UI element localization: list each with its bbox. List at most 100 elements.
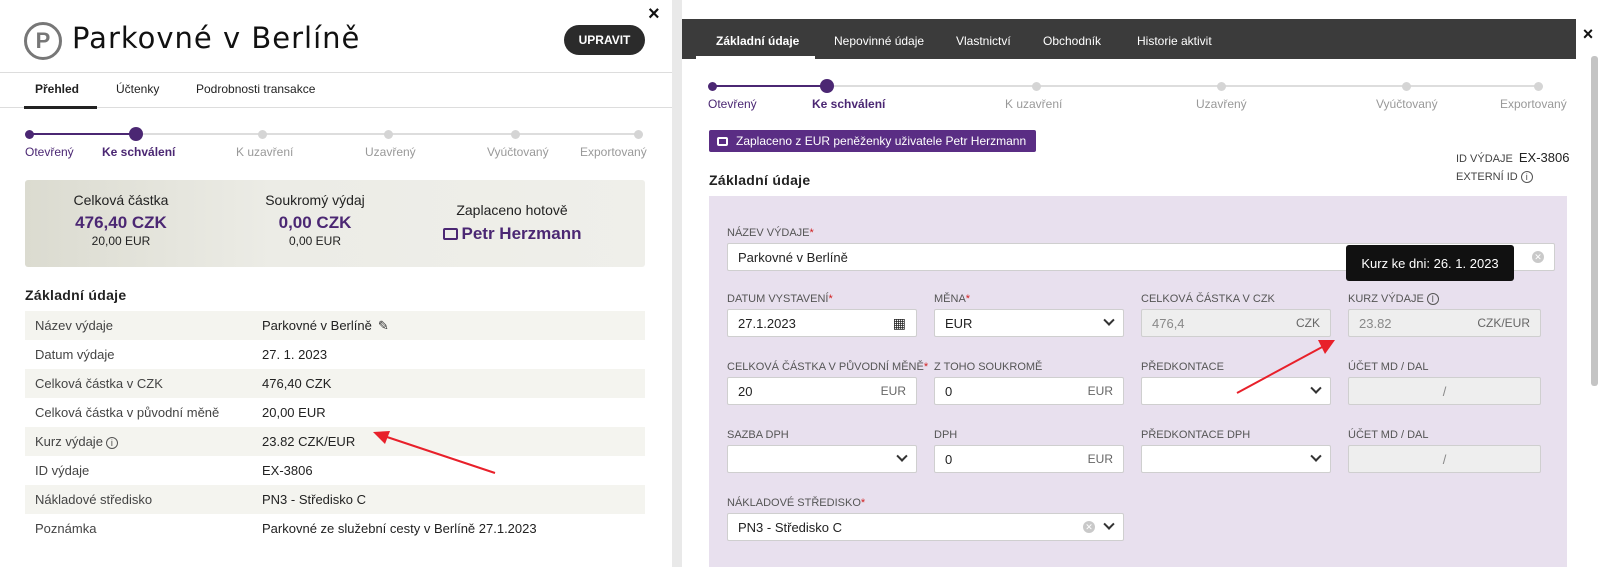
step-label: Vyúčtovaný <box>487 145 549 159</box>
step-label: Uzavřený <box>1196 97 1247 111</box>
step-dot <box>708 82 717 91</box>
row-value: 27. 1. 2023 <box>262 347 328 362</box>
row-value: Parkovné ze služební cesty v Berlíně 27.… <box>262 521 537 536</box>
step-dot <box>634 130 643 139</box>
rate-tooltip: Kurz ke dni: 26. 1. 2023 <box>1346 245 1514 281</box>
info-icon[interactable]: i <box>105 436 118 449</box>
step-label-current: Ke schválení <box>812 97 886 111</box>
tab-ownership[interactable]: Vlastnictví <box>956 34 1011 48</box>
field-label: ÚČET MD / DAL <box>1348 361 1429 373</box>
detail-tabs: Přehled Účtenky Podrobnosti transakce <box>0 72 672 109</box>
field-value: Parkovné v Berlíně <box>738 249 848 265</box>
edit-button[interactable]: UPRAVIT <box>564 25 645 55</box>
row-value: 20,00 EUR <box>262 405 326 420</box>
step-dot <box>258 130 267 139</box>
field-value: 27.1.2023 <box>738 315 796 331</box>
row-value: EX-3806 <box>262 463 313 478</box>
calendar-icon[interactable]: ▦ <box>893 315 906 332</box>
table-row: Název výdaje Parkovné v Berlíně ✎ <box>25 311 645 340</box>
unit: EUR <box>880 384 906 398</box>
table-row: Datum výdaje 27. 1. 2023 <box>25 340 645 369</box>
separator: / <box>1442 451 1447 467</box>
info-icon[interactable]: i <box>1426 293 1439 306</box>
annotation-arrow <box>373 431 496 474</box>
date-field[interactable]: 27.1.2023 ▦ <box>727 309 917 337</box>
step-label: Exportovaný <box>580 145 647 159</box>
chevron-down-icon <box>1103 314 1115 326</box>
field-value: EUR <box>945 315 973 331</box>
total-eur: 20,00 EUR <box>91 234 151 248</box>
tab-merchant[interactable]: Obchodník <box>1043 34 1101 48</box>
field-label: NÁZEV VÝDAJE* <box>727 227 814 239</box>
row-label: ID výdaje <box>35 463 90 478</box>
step-label: Uzavřený <box>365 145 416 159</box>
step-dot <box>1217 82 1226 91</box>
info-icon[interactable]: i <box>1520 171 1533 184</box>
private-amount-field[interactable]: 0 EUR <box>934 377 1124 405</box>
row-label: Celková částka v původní měně <box>35 405 220 420</box>
paid-cash-block: Zaplaceno hotově Petr Herzmann <box>437 202 587 244</box>
amount-summary: Celková částka 476,40 CZK 20,00 EUR Souk… <box>25 180 645 267</box>
field-label: NÁKLADOVÉ STŘEDISKO* <box>727 497 865 509</box>
field-value: 20 <box>738 383 753 399</box>
scrollbar[interactable] <box>1591 56 1598 386</box>
private-eur: 0,00 EUR <box>288 234 342 248</box>
step-label: K uzavření <box>236 145 294 159</box>
step-dot <box>384 130 393 139</box>
field-value: PN3 - Středisko C <box>738 519 843 535</box>
tab-activity-history[interactable]: Historie aktivit <box>1137 34 1212 48</box>
table-row: Poznámka Parkovné ze služební cesty v Ber… <box>25 514 645 543</box>
close-icon[interactable]: × <box>648 4 660 24</box>
cost-center-select[interactable]: PN3 - Středisko C ✕ <box>727 513 1124 541</box>
table-row: Celková částka v CZK 476,40 CZK <box>25 369 645 398</box>
label-text: DATUM VYSTAVENÍ <box>727 293 829 305</box>
edit-tabs: Základní údaje Nepovinné údaje Vlastnict… <box>682 19 1576 59</box>
tab-optional-info[interactable]: Nepovinné údaje <box>834 34 924 48</box>
vat-field[interactable]: 0 EUR <box>934 445 1124 473</box>
clear-icon[interactable]: ✕ <box>1083 521 1095 533</box>
field-label: Z TOHO SOUKROMĚ <box>934 361 1043 373</box>
required-mark: * <box>828 293 833 305</box>
clear-icon[interactable]: ✕ <box>1532 251 1544 263</box>
step-dot-current <box>129 127 143 141</box>
close-button[interactable]: × <box>1576 19 1600 49</box>
tab-receipts[interactable]: Účtenky <box>116 82 159 96</box>
label-text: KURZ VÝDAJE <box>1348 293 1424 305</box>
unit: EUR <box>1087 452 1113 466</box>
currency-select[interactable]: EUR <box>934 309 1124 337</box>
wallet-badge: Zaplaceno z EUR peněženky uživatele Petr… <box>709 130 1037 152</box>
chevron-down-icon <box>1310 450 1322 462</box>
step-label: Exportovaný <box>1500 97 1567 111</box>
predkontace-vat-select[interactable] <box>1141 445 1331 473</box>
total-czk: 476,40 CZK <box>75 213 167 232</box>
field-value: 0 <box>945 383 953 399</box>
wallet-icon <box>717 136 728 146</box>
vat-rate-select[interactable] <box>727 445 917 473</box>
required-mark: * <box>923 361 929 373</box>
tab-overview[interactable]: Přehled <box>35 82 79 96</box>
step-dot <box>25 130 34 139</box>
step-label: K uzavření <box>1005 97 1063 111</box>
exchange-rate-field: 23.82 CZK/EUR <box>1348 309 1541 337</box>
field-value: 476,4 <box>1152 315 1185 331</box>
required-mark: * <box>860 497 866 509</box>
step-dot-current <box>820 79 834 93</box>
field-label: PŘEDKONTACE DPH <box>1141 429 1251 441</box>
account-field: / <box>1348 377 1541 405</box>
unit: EUR <box>1087 384 1113 398</box>
row-label: Kurz výdaje i <box>25 434 262 449</box>
payer-name[interactable]: Petr Herzmann <box>462 224 582 243</box>
original-amount-field[interactable]: 20 EUR <box>727 377 917 405</box>
tab-transaction-details[interactable]: Podrobnosti transakce <box>196 82 315 96</box>
table-row: Nákladové středisko PN3 - Středisko C <box>25 485 645 514</box>
step-label-current: Ke schválení <box>102 145 176 159</box>
row-value: PN3 - Středisko C <box>262 492 367 507</box>
required-mark: * <box>809 227 814 239</box>
external-id-label: EXTERNÍ ID <box>1456 171 1518 183</box>
tab-basic-info[interactable]: Základní údaje <box>716 34 799 48</box>
field-value: 23.82 <box>1359 315 1392 331</box>
wallet-badge-text: Zaplaceno z EUR peněženky uživatele Petr… <box>736 134 1027 148</box>
row-label: Poznámka <box>35 521 97 536</box>
step-label: Otevřený <box>708 97 757 111</box>
edit-icon[interactable]: ✎ <box>378 318 389 334</box>
